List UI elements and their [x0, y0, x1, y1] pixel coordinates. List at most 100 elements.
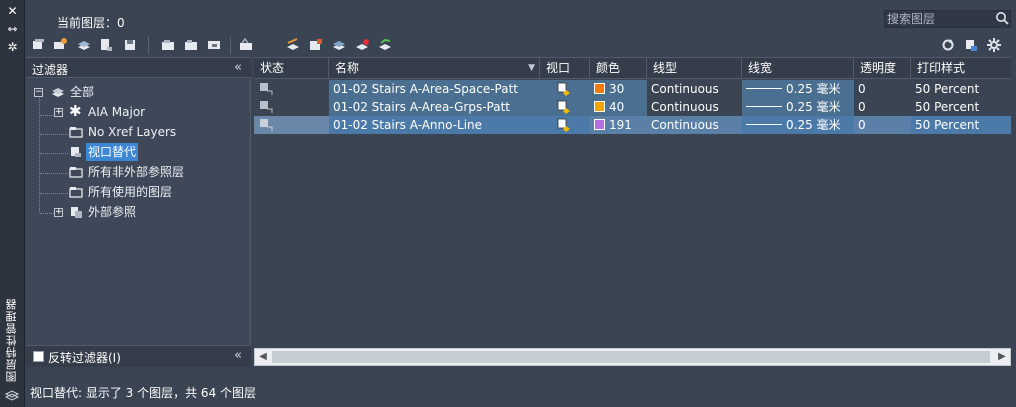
collapse-filter-icon[interactable]: « — [234, 348, 242, 363]
layer-status-cell[interactable] — [254, 98, 329, 116]
transparency-cell[interactable]: 0 — [854, 80, 911, 98]
scrollbar-thumb[interactable] — [272, 351, 990, 363]
tree-item-label: 视口替代 — [86, 143, 139, 161]
tree-item-xref[interactable]: + 外部参照 — [54, 203, 244, 221]
column-header-transparency[interactable]: 透明度 — [854, 58, 911, 79]
sort-arrow-icon: ▼ — [528, 63, 535, 73]
table-row[interactable]: 01-02 Stairs A-Area-Space-Patt 30 Contin… — [254, 80, 1011, 98]
column-header-plot-style[interactable]: 打印样式 — [911, 58, 1011, 79]
new-layer-icon[interactable] — [98, 37, 114, 53]
filter-tree: − 全部 + ✱ AIA Major No Xref Layers 视口替代 所… — [26, 79, 251, 345]
linetype-cell[interactable]: Continuous — [647, 80, 742, 98]
layer-tool-2-icon[interactable] — [308, 37, 324, 53]
delete-layer-icon[interactable] — [183, 37, 199, 53]
properties-icon[interactable]: ✲ — [5, 40, 20, 54]
layer-settings-icon[interactable] — [963, 37, 979, 53]
new-layer-vp-frozen-icon[interactable] — [160, 37, 176, 53]
viewport-cell[interactable] — [540, 98, 590, 116]
auto-hide-icon[interactable]: ⇿ — [5, 22, 20, 36]
tree-item-label: 所有非外部参照层 — [88, 165, 185, 179]
viewport-cell[interactable] — [540, 80, 590, 98]
asterisk-filter-icon: ✱ — [69, 102, 82, 120]
column-header-name[interactable]: 名称 ▼ — [329, 58, 540, 79]
save-layer-icon[interactable] — [122, 37, 138, 53]
invert-filter-checkbox[interactable] — [33, 351, 44, 362]
filter-panel: 过滤器 « − 全部 + ✱ AIA Major No Xref Layers … — [26, 57, 251, 367]
tree-item-label: AIA Major — [88, 105, 146, 119]
column-header-viewport[interactable]: 视口 — [540, 58, 590, 79]
tree-item-label: No Xref Layers — [88, 125, 177, 139]
tree-item-aia-major[interactable]: + ✱ AIA Major — [54, 103, 244, 121]
scroll-left-icon[interactable]: ◀ — [255, 349, 271, 365]
viewport-cell[interactable] — [540, 116, 590, 134]
gear-icon[interactable] — [986, 37, 1002, 53]
xref-icon — [71, 207, 82, 218]
layer-name-cell[interactable]: 01-02 Stairs A-Area-Space-Patt — [329, 80, 540, 98]
color-value: 191 — [609, 118, 632, 132]
layer-status-cell[interactable] — [254, 80, 329, 98]
new-property-filter-icon[interactable] — [30, 37, 46, 53]
filter-title: 过滤器 — [32, 63, 69, 77]
viewport-override-icon — [71, 147, 81, 157]
collapse-toggle-icon[interactable]: − — [34, 88, 43, 97]
layer-tool-4-icon[interactable] — [354, 37, 370, 53]
layer-name-cell[interactable]: 01-02 Stairs A-Anno-Line — [329, 116, 540, 134]
color-cell[interactable]: 30 — [590, 80, 647, 98]
new-group-filter-icon[interactable] — [52, 37, 68, 53]
column-header-linetype[interactable]: 线型 — [647, 58, 742, 79]
tree-item-all[interactable]: − 全部 — [34, 83, 244, 101]
layer-states-manager-icon[interactable] — [76, 37, 92, 53]
invert-filter-row: 反转过滤器(I) « — [26, 345, 251, 367]
tree-item-viewport-override[interactable]: 视口替代 — [66, 143, 246, 161]
column-header-status[interactable]: 状态 — [254, 58, 329, 79]
color-cell[interactable]: 191 — [590, 116, 647, 134]
color-swatch — [594, 101, 605, 112]
column-header-lineweight[interactable]: 线宽 — [742, 58, 854, 79]
layer-tool-5-icon[interactable] — [377, 37, 393, 53]
viewport-freeze-icon[interactable] — [556, 117, 572, 133]
column-header-color[interactable]: 颜色 — [590, 58, 647, 79]
search-icon[interactable] — [995, 11, 1009, 25]
layer-status-cell[interactable] — [254, 116, 329, 134]
refresh-icon[interactable] — [940, 37, 956, 53]
set-current-icon[interactable] — [206, 37, 222, 53]
collapse-filter-icon[interactable]: « — [234, 60, 242, 75]
tree-item-label: 外部参照 — [88, 205, 137, 219]
invert-filter-label: 反转过滤器(I) — [48, 351, 121, 365]
viewport-freeze-icon[interactable] — [556, 81, 572, 97]
linetype-cell[interactable]: Continuous — [647, 98, 742, 116]
layer-walk-icon[interactable] — [238, 37, 254, 53]
current-layer-label: 当前图层：0 — [57, 16, 125, 30]
plot-style-cell[interactable]: 50 Percent — [911, 116, 1011, 134]
expand-toggle-icon[interactable]: + — [54, 108, 63, 117]
layer-status-icon — [260, 119, 273, 131]
table-row[interactable]: 01-02 Stairs A-Anno-Line 191 Continuous … — [254, 116, 1011, 134]
plot-style-cell[interactable]: 50 Percent — [911, 98, 1011, 116]
transparency-cell[interactable]: 0 — [854, 116, 911, 134]
linetype-cell[interactable]: Continuous — [647, 116, 742, 134]
table-row[interactable]: 01-02 Stairs A-Area-Grps-Patt 40 Continu… — [254, 98, 1011, 116]
viewport-freeze-icon[interactable] — [556, 99, 572, 115]
layer-name-cell[interactable]: 01-02 Stairs A-Area-Grps-Patt — [329, 98, 540, 116]
color-value: 40 — [609, 100, 625, 114]
close-icon[interactable]: ✕ — [5, 4, 20, 18]
color-cell[interactable]: 40 — [590, 98, 647, 116]
filter-group-icon — [69, 127, 83, 138]
lineweight-cell[interactable]: 0.25 毫米 — [742, 98, 854, 116]
tree-item-used-layers[interactable]: 所有使用的图层 — [66, 183, 246, 201]
plot-style-cell[interactable]: 50 Percent — [911, 80, 1011, 98]
tree-item-non-xref-layers[interactable]: 所有非外部参照层 — [66, 163, 246, 181]
lineweight-value: 0.25 毫米 — [786, 118, 841, 132]
tree-item-label: 所有使用的图层 — [88, 185, 173, 199]
lineweight-cell[interactable]: 0.25 毫米 — [742, 116, 854, 134]
horizontal-scrollbar[interactable]: ◀ ▶ — [254, 348, 1011, 366]
layer-tool-3-icon[interactable] — [331, 37, 347, 53]
lineweight-cell[interactable]: 0.25 毫米 — [742, 80, 854, 98]
scroll-right-icon[interactable]: ▶ — [994, 349, 1010, 365]
search-input[interactable]: 搜索图层 — [884, 10, 1011, 28]
expand-toggle-icon[interactable]: + — [54, 208, 63, 217]
tree-item-no-xref-layers[interactable]: No Xref Layers — [66, 123, 246, 141]
layer-tool-1-icon[interactable] — [285, 37, 301, 53]
status-text: 视口替代: 显示了 3 个图层，共 64 个图层 — [30, 386, 257, 400]
transparency-cell[interactable]: 0 — [854, 98, 911, 116]
